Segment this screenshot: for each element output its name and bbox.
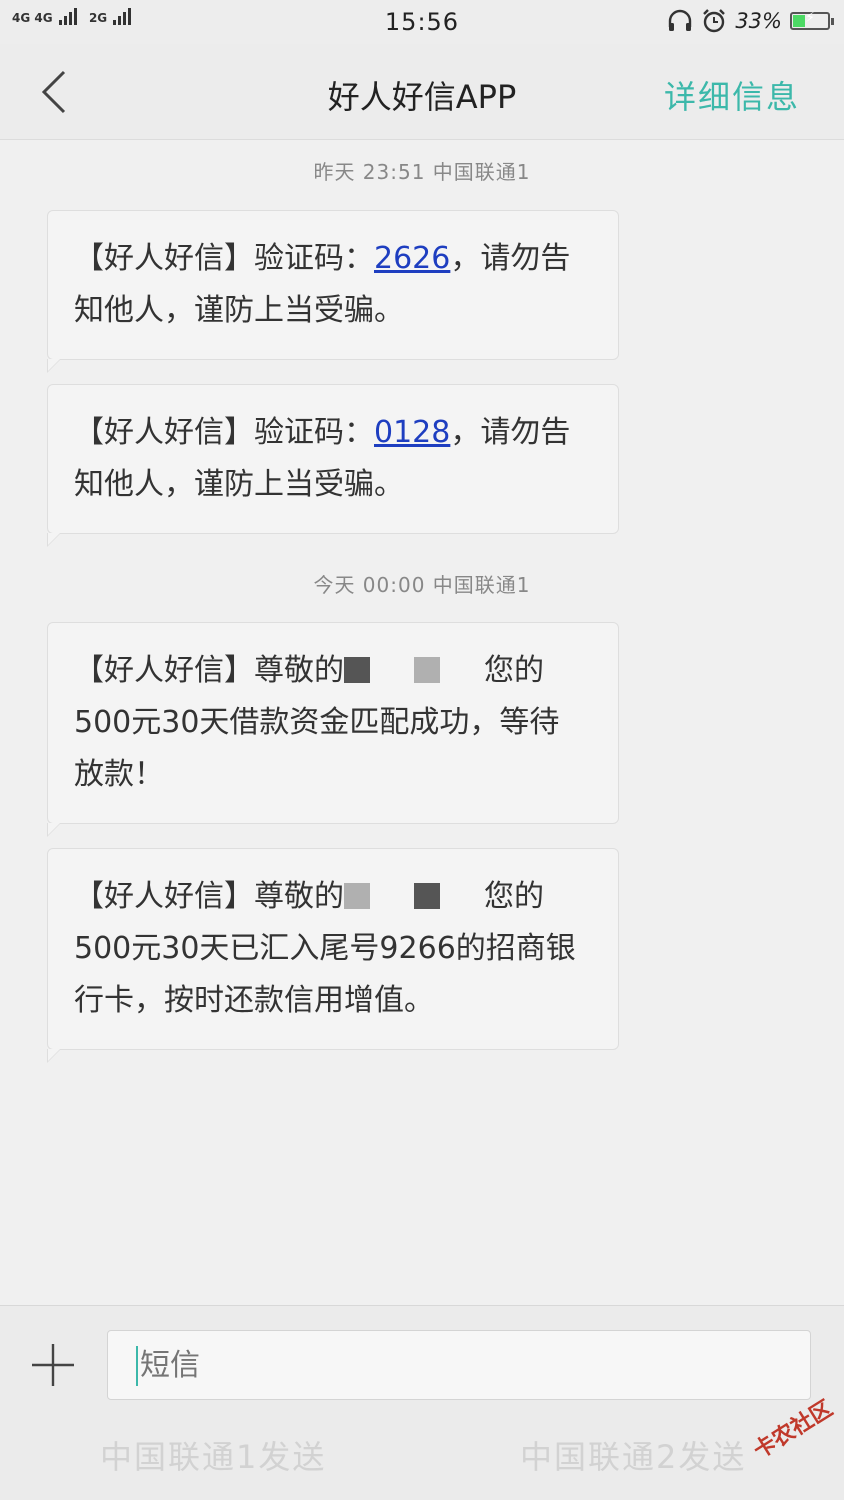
- battery-percent: 33%: [735, 9, 782, 33]
- alarm-icon: [703, 9, 726, 33]
- message-text: 【好人好信】验证码：: [74, 415, 374, 450]
- headphones-icon: [669, 9, 692, 31]
- redaction-block: [344, 883, 370, 909]
- message-text: 【好人好信】尊敬的: [74, 879, 344, 914]
- send-sim1-button[interactable]: 中国联通1发送: [100, 1432, 326, 1478]
- timestamp-yesterday: 昨天 23:51 中国联通1: [313, 160, 531, 184]
- timestamp-today: 今天 00:00 中国联通1: [313, 573, 531, 597]
- add-attachment-icon[interactable]: [30, 1342, 76, 1388]
- message-bubble-4[interactable]: 【好人好信】尊敬的 您的500元30天已汇入尾号9266的招商银行卡，按时还款信用…: [47, 848, 619, 1063]
- redaction-block: [414, 883, 440, 909]
- details-link[interactable]: 详细信息: [664, 72, 800, 118]
- redaction-block: [344, 657, 370, 683]
- send-sim2-button[interactable]: 中国联通2发送: [520, 1432, 746, 1478]
- message-bubble-2[interactable]: 【好人好信】验证码：0128，请勿告知他人，谨防上当受骗。: [47, 384, 619, 547]
- text-cursor: [136, 1346, 138, 1386]
- verification-code-link[interactable]: 0128: [374, 415, 450, 450]
- battery-icon: ⚡: [790, 10, 834, 30]
- sms-input[interactable]: [107, 1330, 811, 1400]
- status-icons: 33% ⚡: [667, 6, 834, 36]
- verification-code-link[interactable]: 2626: [374, 241, 450, 276]
- redaction-block: [414, 657, 440, 683]
- message-bubble-1[interactable]: 【好人好信】验证码：2626，请勿告知他人，谨防上当受骗。: [47, 210, 619, 373]
- message-text: 【好人好信】验证码：: [74, 241, 374, 276]
- message-bubble-3[interactable]: 【好人好信】尊敬的 您的500元30天借款资金匹配成功，等待放款！: [47, 622, 619, 837]
- message-text: 【好人好信】尊敬的: [74, 653, 344, 688]
- status-bar: 4G 4G 2G 15:56 33% ⚡: [0, 0, 844, 44]
- conversation-header: 好人好信APP 详细信息: [0, 44, 844, 140]
- composer-bar: 中国联通1发送 中国联通2发送: [0, 1305, 844, 1500]
